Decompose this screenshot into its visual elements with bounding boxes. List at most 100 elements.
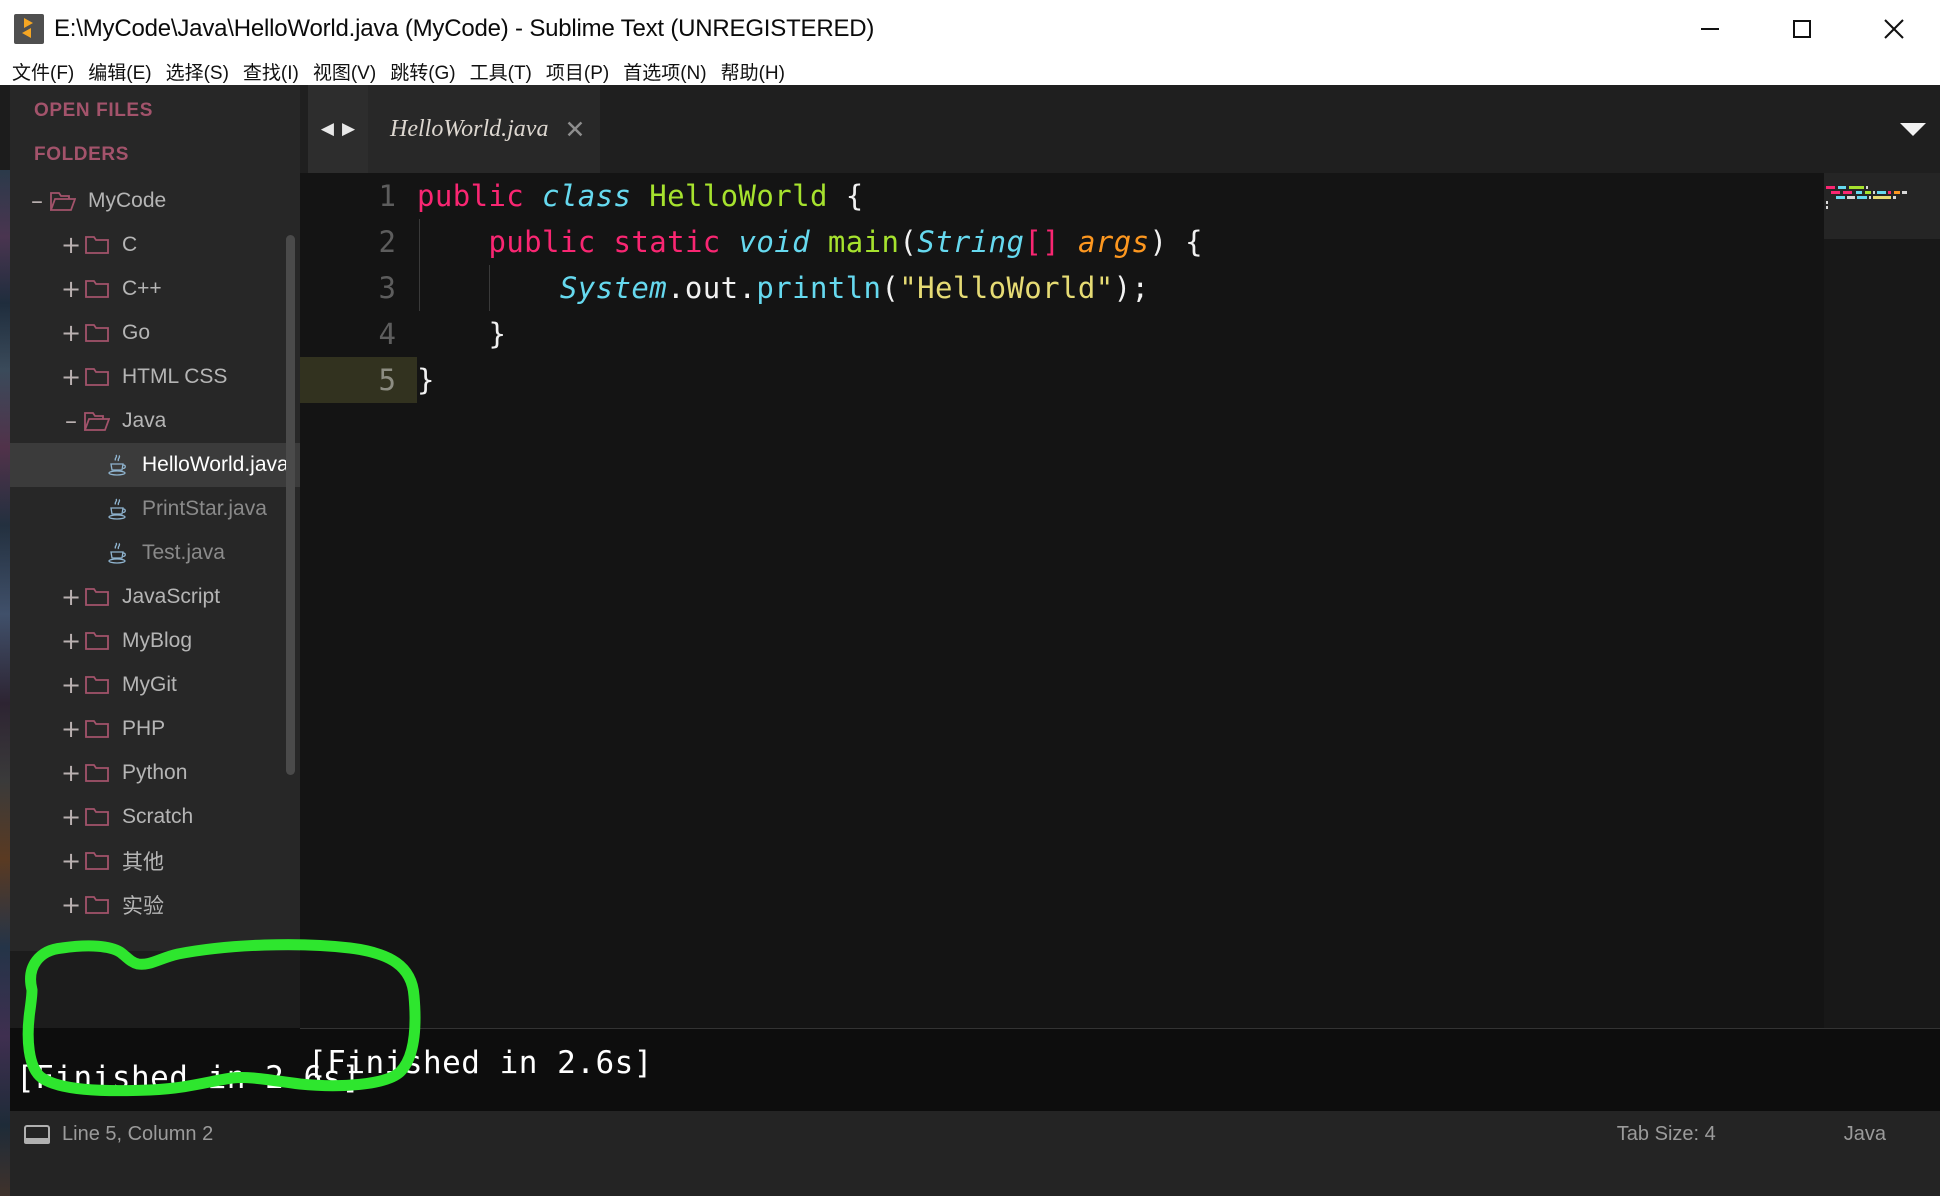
code-token: }	[417, 363, 435, 397]
expand-icon[interactable]: +	[60, 673, 82, 697]
folder-closed-icon	[82, 322, 112, 344]
tree-item-label: PHP	[122, 717, 166, 740]
minimap-token	[1869, 196, 1872, 200]
tree-folder-row[interactable]: + C++	[10, 267, 300, 311]
tree-item-label: Scratch	[122, 805, 194, 828]
code-token: public	[417, 179, 525, 213]
tree-folder-row[interactable]: + Scratch	[10, 795, 300, 839]
code-token: class	[542, 179, 632, 213]
tree-file-row[interactable]: Test.java	[10, 531, 300, 575]
open-files-header: OPEN FILES	[34, 100, 153, 121]
java-file-icon	[102, 496, 132, 522]
line-number: 1	[378, 179, 396, 213]
tree-folder-row[interactable]: + 实验	[10, 883, 300, 927]
tree-folder-row[interactable]: + HTML CSS	[10, 355, 300, 399]
folder-closed-icon	[82, 762, 112, 784]
close-button[interactable]	[1848, 0, 1940, 57]
tree-folder-row[interactable]: + 其他	[10, 839, 300, 883]
expand-icon[interactable]: +	[60, 629, 82, 653]
tree-item-label: HelloWorld.java	[142, 453, 289, 476]
tree-item-label: 其他	[122, 851, 164, 874]
syntax-indicator[interactable]: Java	[1844, 1123, 1886, 1146]
tree-folder-row[interactable]: + MyBlog	[10, 619, 300, 663]
minimap-token	[1826, 206, 1828, 210]
tab-close-icon[interactable]: ✕	[564, 117, 585, 142]
code-token: (	[881, 271, 900, 305]
expand-icon[interactable]: +	[60, 849, 82, 873]
menu-item-6[interactable]: 工具(T)	[470, 58, 532, 85]
tab-helloworld-java[interactable]: HelloWorld.java ✕	[368, 85, 600, 173]
expand-icon[interactable]: +	[60, 761, 82, 785]
tree-item-label: HTML CSS	[122, 365, 228, 388]
tree-item-label: Python	[122, 761, 188, 784]
tab-bar: ◀ ▶ HelloWorld.java ✕	[300, 85, 1940, 173]
tree-item-label: 实验	[122, 895, 164, 918]
maximize-button[interactable]	[1756, 0, 1848, 57]
expand-icon[interactable]: +	[60, 277, 82, 301]
menu-item-2[interactable]: 选择(S)	[166, 58, 229, 85]
folder-open-icon	[82, 410, 112, 432]
tree-folder-row[interactable]: + Python	[10, 751, 300, 795]
expand-icon[interactable]: +	[60, 585, 82, 609]
code-content[interactable]: public class HelloWorld { public static …	[417, 173, 1940, 1028]
code-token: .out.	[667, 271, 757, 305]
minimap-token	[1893, 196, 1897, 200]
tree-folder-row[interactable]: + MyGit	[10, 663, 300, 707]
tree-folder-row[interactable]: – MyCode	[10, 179, 300, 223]
expand-icon[interactable]: +	[60, 717, 82, 741]
minimap-token	[1873, 196, 1892, 200]
tree-folder-row[interactable]: + C	[10, 223, 300, 267]
tab-list-dropdown[interactable]	[1900, 85, 1926, 173]
line-number: 4	[378, 317, 396, 351]
tab-next-icon[interactable]: ▶	[342, 120, 355, 138]
sidebar-vertical-scrollbar[interactable]	[286, 235, 295, 775]
tree-file-row[interactable]: HelloWorld.java	[10, 443, 300, 487]
folder-closed-icon	[82, 278, 112, 300]
collapse-icon[interactable]: –	[60, 409, 82, 433]
menu-item-9[interactable]: 帮助(H)	[721, 58, 785, 85]
tree-folder-row[interactable]: + PHP	[10, 707, 300, 751]
menu-item-4[interactable]: 视图(V)	[313, 58, 376, 85]
expand-icon[interactable]: +	[60, 893, 82, 917]
tree-folder-row[interactable]: + JavaScript	[10, 575, 300, 619]
tree-item-label: Java	[122, 409, 167, 432]
expand-icon[interactable]: +	[60, 805, 82, 829]
code-token: static	[613, 225, 721, 259]
code-editor[interactable]: 1 2 3 4 5 public class HelloWorld { public s…	[300, 173, 1940, 1028]
minimap[interactable]	[1824, 173, 1940, 1028]
java-file-icon	[102, 540, 132, 566]
line-number: 5	[300, 357, 417, 403]
menu-item-1[interactable]: 编辑(E)	[88, 58, 151, 85]
line-number: 3	[378, 271, 396, 305]
tree-folder-row[interactable]: – Java	[10, 399, 300, 443]
collapse-icon[interactable]: –	[26, 189, 48, 213]
tab-size-indicator[interactable]: Tab Size: 4	[1617, 1123, 1716, 1146]
expand-icon[interactable]: +	[60, 233, 82, 257]
code-token: );	[1113, 271, 1150, 305]
menu-item-0[interactable]: 文件(F)	[12, 58, 74, 85]
code-token: main	[827, 225, 900, 259]
tab-prev-icon[interactable]: ◀	[321, 120, 334, 138]
minimap-line	[1824, 199, 1940, 210]
java-file-icon	[102, 452, 132, 478]
tree-item-label: C	[122, 233, 138, 256]
editor-column: ◀ ▶ HelloWorld.java ✕ 1 2 3 4 5 public class…	[300, 85, 1940, 1196]
menu-item-3[interactable]: 查找(I)	[243, 58, 299, 85]
folder-open-icon	[48, 190, 78, 212]
code-token: args	[1077, 225, 1150, 259]
tree-folder-row[interactable]: + Go	[10, 311, 300, 355]
minimap-token	[1847, 196, 1855, 200]
expand-icon[interactable]: +	[60, 365, 82, 389]
tree-file-row[interactable]: PrintStar.java	[10, 487, 300, 531]
expand-icon[interactable]: +	[60, 321, 82, 345]
editor-layout-icon[interactable]	[24, 1125, 50, 1144]
minimize-button[interactable]	[1664, 0, 1756, 57]
menu-item-7[interactable]: 项目(P)	[546, 58, 609, 85]
menu-item-5[interactable]: 跳转(G)	[390, 58, 455, 85]
menu-item-8[interactable]: 首选项(N)	[623, 58, 706, 85]
line-number: 2	[378, 225, 396, 259]
